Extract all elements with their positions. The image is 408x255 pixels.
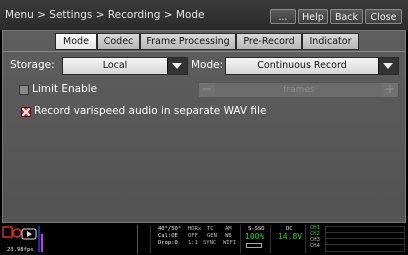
- audio-level-meters: [325, 226, 405, 252]
- help-button[interactable]: Help: [298, 9, 328, 24]
- tc-label: TC: [207, 226, 214, 232]
- storage-select[interactable]: Local: [62, 57, 188, 75]
- drop-readout: Drop:0: [158, 240, 178, 246]
- hdrx-value: OFF: [188, 233, 198, 239]
- ssd-value: 100%: [245, 232, 265, 241]
- breadcrumb: Menu > Settings > Recording > Mode: [5, 9, 205, 21]
- wifi-label: WIFI: [223, 240, 237, 246]
- frames-field[interactable]: frames: [216, 83, 382, 97]
- tab-codec[interactable]: Codec: [97, 33, 140, 50]
- tab-frame-processing[interactable]: Frame Processing: [140, 33, 236, 50]
- chevron-down-icon: [378, 58, 398, 74]
- tab-mode[interactable]: Mode: [55, 33, 97, 50]
- status-divider: [270, 225, 271, 253]
- status-divider: [137, 225, 138, 253]
- sync-label: SYNC: [203, 240, 217, 246]
- cal-readout: Cal:OE: [158, 233, 178, 239]
- minus-icon[interactable]: −: [199, 83, 215, 97]
- status-bar: 23.98fps 40°/50° Cal:OE Drop:0 HDRx OFF …: [0, 223, 408, 255]
- more-button[interactable]: ...: [270, 9, 296, 24]
- hdrx-label: HDRx: [188, 226, 202, 232]
- back-button[interactable]: Back: [330, 9, 363, 24]
- mode-select[interactable]: Continuous Record: [225, 57, 399, 75]
- channel-4-label: CH4: [310, 243, 320, 249]
- mode-tab-content: Storage: Local Mode: Continuous Record L…: [3, 51, 405, 223]
- mode-label: Mode:: [191, 59, 224, 71]
- varispeed-audio-checkbox[interactable]: [21, 107, 31, 117]
- status-divider: [240, 225, 241, 253]
- status-divider: [305, 225, 306, 253]
- camera-ui-screen: Menu > Settings > Recording > Mode ... H…: [0, 0, 408, 255]
- status-divider: [150, 225, 151, 253]
- am-label: AM: [225, 226, 232, 232]
- iso-readout: 40°/50°: [158, 226, 182, 232]
- ratio-value: 1:1: [188, 240, 198, 246]
- tab-indicator[interactable]: Indicator: [302, 33, 359, 50]
- storage-label: Storage:: [10, 59, 55, 71]
- limit-enable-checkbox[interactable]: [19, 85, 29, 95]
- frames-stepper[interactable]: − frames +: [198, 82, 399, 98]
- framerate-readout: 23.98fps: [7, 247, 34, 253]
- mode-value: Continuous Record: [257, 60, 347, 71]
- ssd-battery-icon: [246, 243, 262, 248]
- storage-value: Local: [102, 60, 128, 71]
- dc-value: 14.8V: [278, 232, 303, 241]
- limit-enable-label: Limit Enable: [32, 83, 98, 95]
- tc-value: GEN: [207, 233, 217, 239]
- header-bar: Menu > Settings > Recording > Mode ... H…: [0, 0, 408, 31]
- chevron-down-icon: [167, 58, 187, 74]
- audio-meter-icon: [38, 226, 43, 252]
- wb-label: WB: [225, 233, 232, 239]
- varispeed-audio-label: Record varispeed audio in separate WAV f…: [34, 105, 267, 117]
- plus-icon[interactable]: +: [382, 83, 398, 97]
- tab-bar: Mode Codec Frame Processing Pre-Record I…: [55, 33, 359, 50]
- settings-panel: Mode Codec Frame Processing Pre-Record I…: [2, 30, 406, 223]
- close-button[interactable]: Close: [365, 9, 402, 24]
- tab-pre-record[interactable]: Pre-Record: [236, 33, 302, 50]
